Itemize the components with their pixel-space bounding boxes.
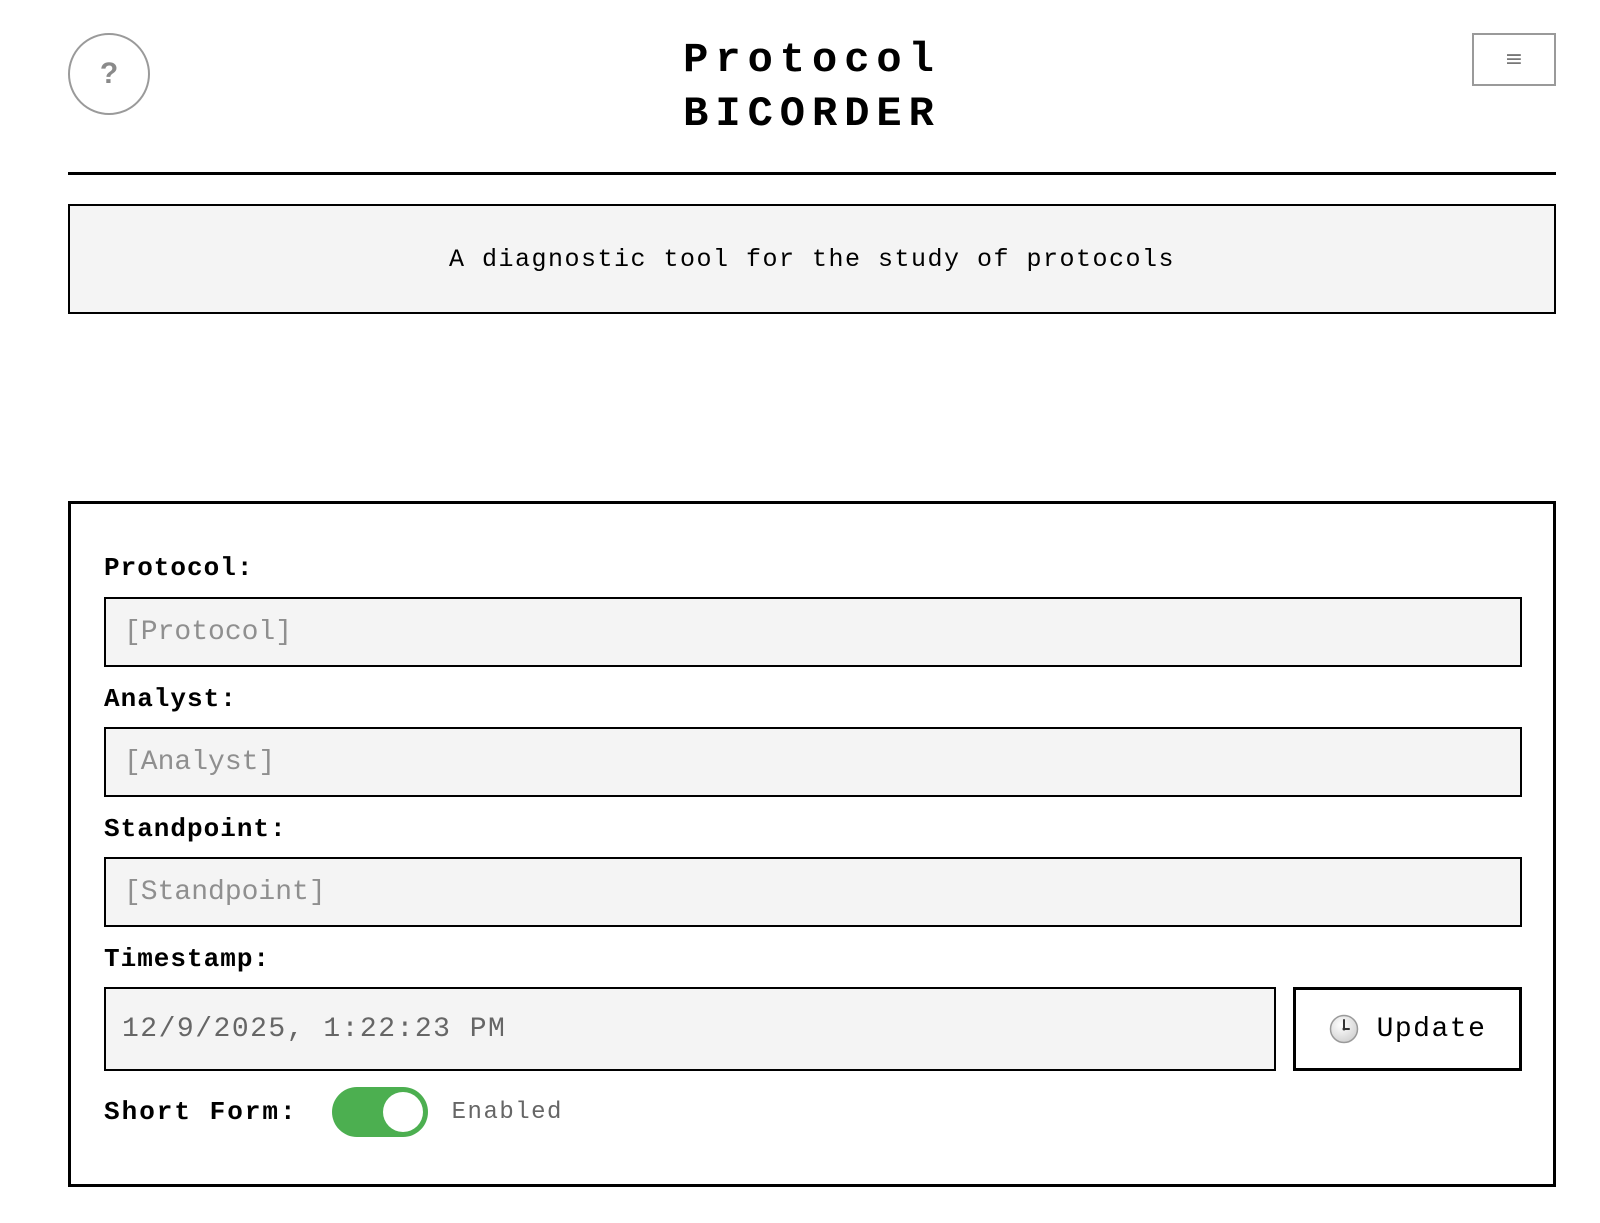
menu-button[interactable]: ≡ — [1472, 33, 1556, 86]
short-form-label: Short Form: — [104, 1097, 298, 1127]
standpoint-input[interactable] — [104, 857, 1522, 927]
protocol-label: Protocol: — [104, 553, 254, 583]
short-form-state: Enabled — [451, 1098, 563, 1126]
update-timestamp-button[interactable]: Update — [1293, 987, 1522, 1071]
page-header: ? Protocol BICORDER ≡ — [68, 0, 1556, 175]
short-form-toggle[interactable] — [331, 1087, 428, 1137]
tagline-text: A diagnostic tool for the study of proto… — [448, 244, 1176, 274]
tagline-banner: A diagnostic tool for the study of proto… — [68, 204, 1556, 314]
title-line-1: Protocol — [683, 36, 941, 84]
title-line-2: BICORDER — [683, 90, 941, 138]
timestamp-label: Timestamp: — [104, 944, 271, 974]
short-form-row: Short Form: Enabled — [104, 1087, 563, 1137]
analyst-label: Analyst: — [104, 684, 237, 714]
toggle-knob — [382, 1092, 423, 1132]
standpoint-label: Standpoint: — [104, 814, 287, 844]
timestamp-input[interactable] — [104, 987, 1276, 1071]
update-button-label: Update — [1376, 1013, 1487, 1045]
analyst-input[interactable] — [104, 727, 1522, 797]
page-title: Protocol BICORDER — [68, 33, 1556, 141]
clock-icon — [1329, 1014, 1358, 1044]
protocol-input[interactable] — [104, 597, 1522, 667]
hamburger-icon: ≡ — [1504, 47, 1524, 72]
metadata-form: Protocol: Analyst: Standpoint: Timestamp… — [68, 501, 1556, 1187]
